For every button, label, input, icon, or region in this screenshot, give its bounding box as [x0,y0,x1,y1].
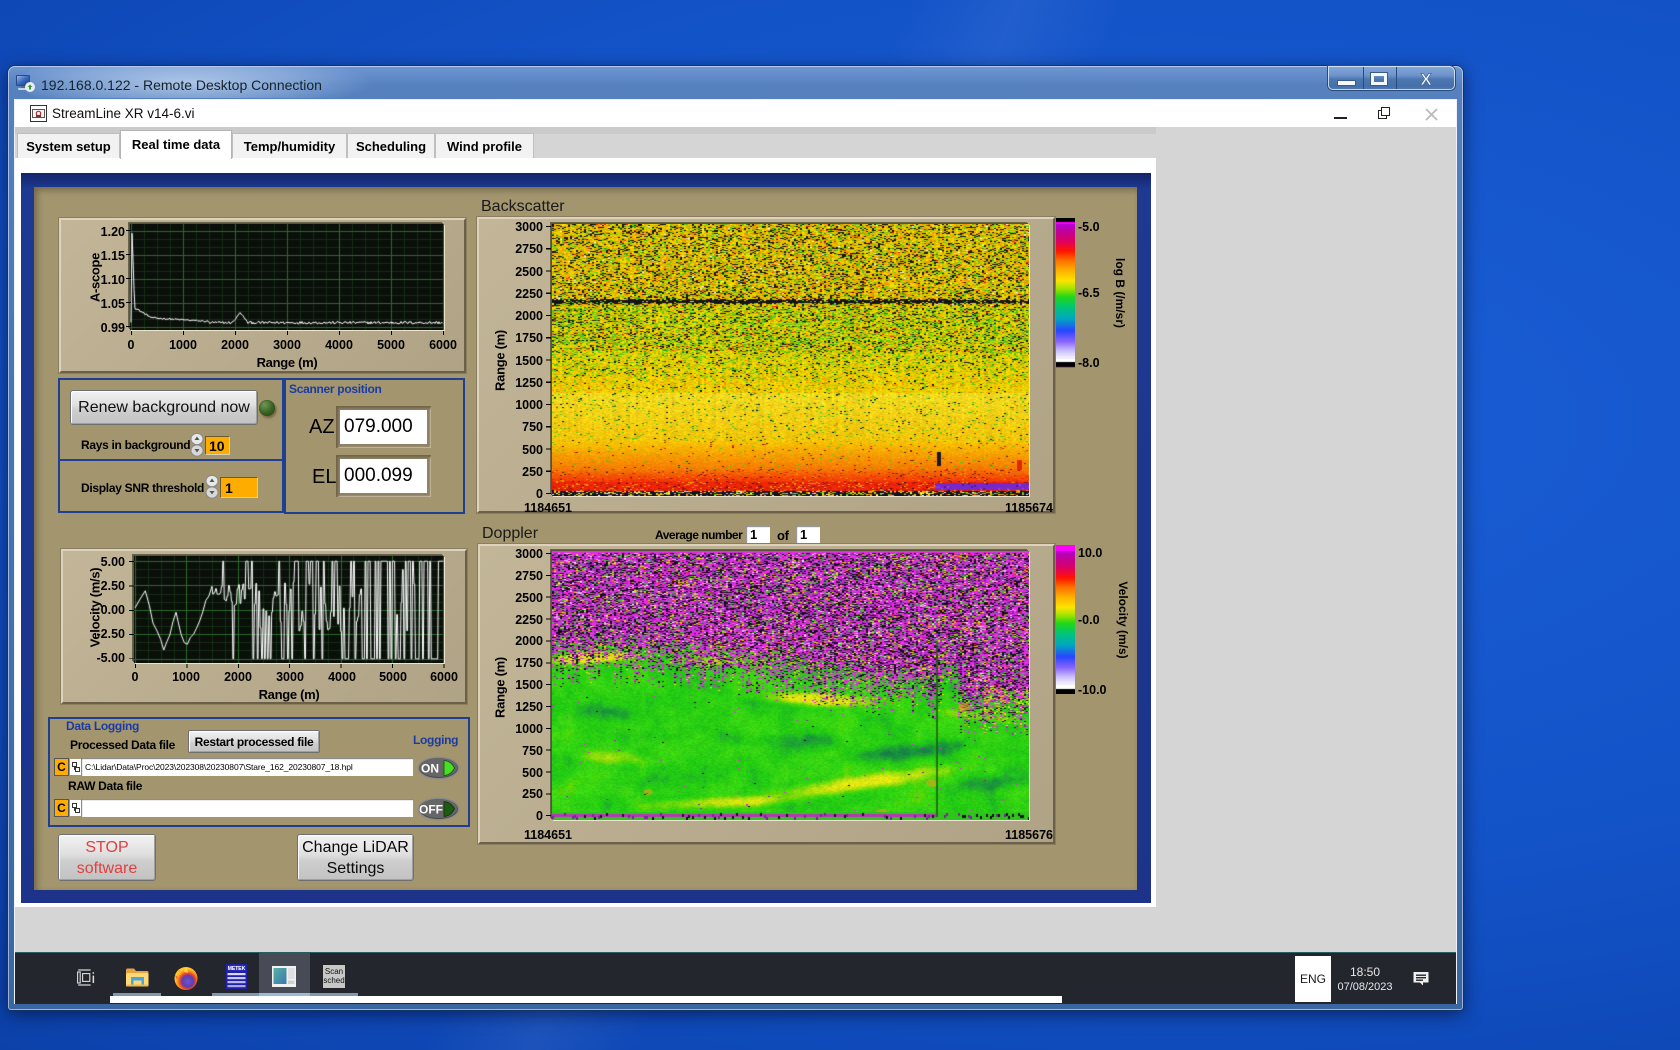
svg-text:sched: sched [323,976,344,985]
svg-text:ON: ON [421,762,439,776]
svg-text:OFF: OFF [419,803,443,817]
svg-text:METEK: METEK [228,966,246,972]
svg-text:X: X [1420,71,1432,87]
svg-text:Scan: Scan [325,967,343,976]
